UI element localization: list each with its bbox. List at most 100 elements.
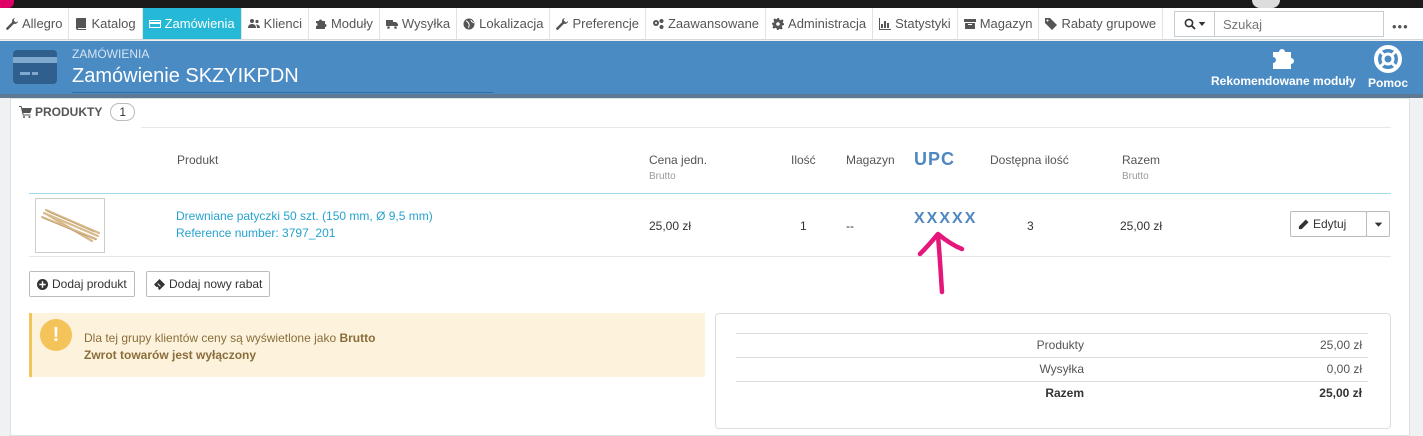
totals-value: 0,00 zł — [1326, 362, 1362, 376]
recommended-modules-button[interactable]: Rekomendowane moduły — [1211, 45, 1356, 88]
nav-item-katalog[interactable]: Katalog — [69, 8, 143, 39]
nav-item-administracja[interactable]: Administracja — [766, 8, 874, 39]
logo-fragment — [0, 0, 14, 8]
top-strip — [0, 0, 1423, 8]
column-qty: Ilość — [791, 153, 816, 167]
row-qty: 1 — [800, 219, 807, 233]
totals-value: 25,00 zł — [1319, 386, 1362, 400]
page-header: Zamówienia Zamówienie SKZYIKPDN Rekomend… — [0, 41, 1423, 96]
page-title: Zamówienie SKZYIKPDN — [72, 65, 299, 87]
nav-item-klienci[interactable]: Klienci — [242, 8, 309, 39]
main-nav: Allegro Katalog Zamówienia Klienci Moduł… — [0, 8, 1423, 40]
bar-chart-icon — [879, 17, 892, 30]
heading-divider — [141, 127, 1391, 128]
nav-item-zaawansowane[interactable]: Zaawansowane — [646, 8, 767, 39]
totals-row-total: Razem 25,00 zł — [736, 381, 1368, 404]
column-available: Dostępna ilość — [990, 153, 1069, 167]
add-discount-label: Dodaj nowy rabat — [169, 277, 263, 291]
nav-label: Katalog — [91, 16, 136, 31]
recommended-modules-label: Rekomendowane moduły — [1211, 74, 1356, 88]
column-upc-annotation: UPC — [914, 149, 956, 169]
cogs-icon — [652, 18, 664, 29]
column-total-label: Razem — [1122, 153, 1161, 167]
totals-box: Produkty 25,00 zł Wysyłka 0,00 zł Razem … — [715, 313, 1391, 429]
alert-message: Dla tej grupy klientów ceny są wyświetlo… — [84, 331, 337, 345]
column-total: Razem Brutto — [1122, 153, 1160, 182]
edit-button[interactable]: Edytuj — [1290, 211, 1367, 237]
nav-label: Lokalizacja — [479, 16, 544, 31]
alert-text: Dla tej grupy klientów ceny są wyświetlo… — [84, 330, 375, 364]
ticket-icon — [154, 278, 165, 290]
search-input[interactable] — [1215, 12, 1383, 36]
totals-label: Wysyłka — [1039, 362, 1084, 376]
totals-label: Produkty — [1036, 338, 1084, 352]
alert-emphasis: Brutto — [339, 331, 376, 345]
products-heading: Produkty 1 — [19, 103, 136, 121]
archive-icon — [963, 18, 976, 29]
nav-label: Magazyn — [979, 16, 1033, 31]
row-total: 25,00 zł — [1120, 219, 1163, 233]
nav-item-magazyn[interactable]: Magazyn — [958, 8, 1040, 39]
product-thumbnail[interactable] — [35, 198, 105, 253]
products-count-badge: 1 — [110, 103, 136, 121]
more-menu-button[interactable]: ••• — [1392, 19, 1409, 34]
nav-item-moduly[interactable]: Moduły — [309, 8, 380, 39]
nav-item-wysylka[interactable]: Wysyłka — [380, 8, 458, 39]
nav-item-statystyki[interactable]: Statystyki — [873, 8, 958, 39]
search-box — [1174, 11, 1384, 37]
column-unit-price-label: Cena jedn. — [649, 153, 708, 167]
alert-returns: Zwrot towarów jest wyłączony — [84, 348, 257, 362]
totals-row-products: Produkty 25,00 zł — [736, 333, 1368, 356]
column-warehouse: Magazyn — [846, 153, 895, 167]
nav-item-preferencje[interactable]: Preferencje — [550, 8, 646, 39]
tax-info-alert: ! Dla tej grupy klientów ceny są wyświet… — [29, 313, 705, 377]
search-type-button[interactable] — [1175, 12, 1215, 36]
column-total-sub: Brutto — [1122, 171, 1149, 182]
help-button[interactable]: Pomoc — [1368, 45, 1408, 90]
add-product-label: Dodaj produkt — [52, 277, 127, 291]
totals-value: 25,00 zł — [1319, 338, 1362, 352]
caret-down-icon — [1374, 222, 1382, 227]
table-row-divider — [29, 256, 1391, 257]
row-unit-price: 25,00 zł — [649, 219, 692, 233]
add-discount-button[interactable]: Dodaj nowy rabat — [146, 271, 271, 297]
nav-label: Allegro — [22, 16, 63, 31]
nav-label: Klienci — [263, 16, 302, 31]
nav-label: Wysyłka — [401, 16, 451, 31]
row-upc-annotation: XXXXX — [914, 210, 978, 227]
cog-icon — [772, 17, 785, 30]
nav-label: Moduły — [330, 16, 373, 31]
products-panel: Produkty 1 Produkt Cena jedn. Brutto Ilo… — [10, 98, 1410, 436]
pencil-icon — [1298, 218, 1309, 229]
products-heading-label: Produkty — [35, 105, 103, 119]
plus-circle-icon — [37, 278, 48, 290]
wrench-icon — [6, 17, 18, 30]
nav-item-rabaty-grupowe[interactable]: Rabaty grupowe — [1039, 8, 1164, 39]
annotation-arrow-icon — [917, 231, 965, 295]
add-product-button[interactable]: Dodaj produkt — [29, 271, 135, 297]
help-label: Pomoc — [1368, 76, 1409, 90]
nav-item-zamowienia[interactable]: Zamówienia — [142, 8, 242, 39]
breadcrumb[interactable]: Zamówienia — [72, 47, 149, 61]
nav-label: Zamówienia — [164, 16, 235, 31]
avatar[interactable] — [1252, 0, 1280, 8]
title-underline — [72, 92, 494, 93]
shopping-cart-icon — [19, 106, 32, 118]
column-unit-price-sub: Brutto — [649, 171, 676, 182]
nav-item-lokalizacja[interactable]: Lokalizacja — [457, 8, 551, 39]
product-reference-link[interactable]: Reference number: 3797_201 — [176, 226, 335, 240]
totals-row-shipping: Wysyłka 0,00 zł — [736, 357, 1368, 380]
tag-icon — [1045, 17, 1058, 30]
totals-label: Razem — [1045, 386, 1084, 400]
column-unit-price: Cena jedn. Brutto — [649, 153, 707, 182]
row-warehouse: -- — [846, 219, 854, 233]
product-name-link[interactable]: Drewniane patyczki 50 szt. (150 mm, Ø 9,… — [176, 209, 433, 223]
nav-item-allegro[interactable]: Allegro — [0, 8, 70, 39]
lifebuoy-icon — [1374, 45, 1402, 73]
row-available: 3 — [1027, 219, 1034, 233]
search-icon — [1184, 18, 1196, 30]
nav-label: Zaawansowane — [667, 16, 760, 31]
truck-icon — [385, 19, 398, 29]
table-header-divider — [29, 193, 1391, 194]
edit-dropdown-toggle[interactable] — [1366, 211, 1390, 237]
